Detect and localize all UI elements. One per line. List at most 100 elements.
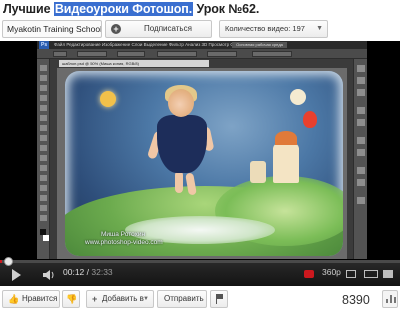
- ps-option-field: [77, 51, 107, 57]
- balloon-illustration: [303, 111, 317, 128]
- watermark-site: www.photoshop-video.com: [85, 239, 163, 246]
- ps-option-field: [207, 51, 237, 57]
- channel-bar: Myakotin Training School + Подписаться К…: [0, 20, 400, 39]
- history-brush-icon: [40, 155, 47, 161]
- popout-icon[interactable]: [346, 270, 356, 278]
- roof-shape: [275, 131, 297, 145]
- child-dress: [157, 115, 207, 173]
- play-icon[interactable]: [12, 269, 21, 281]
- title-suffix: Урок №62.: [193, 2, 260, 16]
- stamp-tool-icon: [40, 145, 47, 151]
- type-tool-icon: [40, 215, 47, 221]
- thumbs-down-icon: 👎: [66, 294, 78, 304]
- ps-logo: Ps: [39, 41, 50, 49]
- ps-menu: Файл Редактирование Изображение Слои Выд…: [54, 42, 260, 47]
- annotations-icon[interactable]: [304, 270, 314, 278]
- pen-tool-icon: [40, 205, 47, 211]
- video-frame[interactable]: Ps Файл Редактирование Изображение Слои …: [37, 41, 367, 259]
- videos-count-dropdown[interactable]: Количество видео: 197 ▼: [219, 20, 328, 38]
- video-player[interactable]: Ps Файл Редактирование Изображение Слои …: [0, 41, 400, 286]
- like-label: Нравится: [22, 294, 58, 303]
- move-tool-icon: [40, 65, 47, 71]
- thumbs-up-icon: 👍: [8, 294, 20, 304]
- ps-options-bar: [37, 49, 367, 59]
- house-illustration: [273, 131, 299, 183]
- action-bar: 👍 Нравится 👎 + Добавить в ▼ Отправить: [0, 289, 400, 311]
- video-title: Лучшие Видеоуроки Фотошоп. Урок №62.: [3, 2, 259, 16]
- ps-option-field: [157, 51, 197, 57]
- ps-tool-preset: [53, 51, 67, 57]
- panel-icon: [357, 137, 365, 144]
- bar-chart-icon: [394, 297, 396, 303]
- plus-icon: +: [111, 24, 121, 34]
- progress-scrubber[interactable]: [4, 257, 13, 266]
- moon-illustration: [290, 89, 306, 105]
- blur-tool-icon: [40, 185, 47, 191]
- panel-icon: [357, 89, 365, 96]
- channel-name-button[interactable]: Myakotin Training School: [2, 20, 102, 38]
- current-time: 00:12: [63, 267, 85, 277]
- sun-illustration: [100, 91, 116, 107]
- panel-icon: [357, 197, 365, 204]
- house-illustration: [250, 161, 266, 183]
- bar-chart-icon: [390, 295, 392, 303]
- crop-tool-icon: [40, 105, 47, 111]
- time-display: 00:12 / 32:33: [63, 267, 113, 277]
- panel-icon: [357, 179, 365, 186]
- healing-tool-icon: [40, 125, 47, 131]
- panel-icon: [357, 167, 365, 174]
- ps-workspace: Основная рабочая среда: [232, 42, 287, 48]
- gradient-tool-icon: [40, 175, 47, 181]
- panel-icon: [357, 77, 365, 84]
- dislike-button[interactable]: 👎: [62, 290, 80, 308]
- child-leg: [175, 171, 183, 193]
- subscribe-label: Подписаться: [144, 24, 192, 33]
- child-face: [168, 89, 194, 117]
- ps-toolbox: [37, 59, 50, 259]
- plus-icon: +: [92, 294, 98, 304]
- eyedropper-tool-icon: [40, 115, 47, 121]
- stats-button[interactable]: [382, 290, 398, 308]
- subscribe-button[interactable]: + Подписаться: [105, 20, 212, 38]
- bar-chart-icon: [386, 299, 388, 303]
- brush-tool-icon: [40, 135, 47, 141]
- wand-tool-icon: [40, 95, 47, 101]
- watermark: Миша Ротохин www.photoshop-video.com: [85, 231, 163, 247]
- fullscreen-icon[interactable]: [383, 270, 393, 278]
- chevron-down-icon: ▼: [316, 25, 323, 32]
- share-button[interactable]: Отправить: [157, 290, 207, 308]
- marquee-tool-icon: [40, 75, 47, 81]
- flag-icon: [217, 294, 223, 299]
- flag-button[interactable]: [210, 290, 228, 308]
- panel-icon: [357, 65, 365, 72]
- panel-icon: [357, 119, 365, 126]
- collage-image: Миша Ротохин www.photoshop-video.com: [65, 71, 343, 256]
- chevron-down-icon: ▼: [143, 296, 149, 302]
- progress-bar[interactable]: [0, 257, 400, 266]
- ps-canvas: Миша Ротохин www.photoshop-video.com: [57, 68, 347, 259]
- share-label: Отправить: [164, 294, 204, 303]
- ps-option-field: [117, 51, 145, 57]
- add-to-button[interactable]: + Добавить в ▼: [86, 290, 154, 308]
- title-prefix: Лучшие: [3, 2, 54, 16]
- panel-icon: [357, 149, 365, 156]
- panel-icon: [357, 107, 365, 114]
- watermark-name: Миша Ротохин: [101, 231, 146, 238]
- quality-selector[interactable]: 360p: [322, 267, 341, 277]
- dodge-tool-icon: [40, 195, 47, 201]
- background-color-icon: [43, 235, 49, 241]
- video-page: Лучшие Видеоуроки Фотошоп. Урок №62. Mya…: [0, 0, 400, 311]
- ps-document-tab: шаблон.psd @ 50% (Миша копия, RGB/8): [59, 60, 209, 67]
- duration: 32:33: [91, 267, 113, 277]
- volume-icon[interactable]: [43, 270, 55, 280]
- ps-panel-dock: [353, 59, 367, 259]
- expand-icon[interactable]: [364, 270, 378, 278]
- eraser-tool-icon: [40, 165, 47, 171]
- title-highlight: Видеоуроки Фотошоп.: [53, 2, 194, 16]
- ps-option-field: [252, 51, 292, 57]
- like-button[interactable]: 👍 Нравится: [2, 290, 60, 308]
- lasso-tool-icon: [40, 85, 47, 91]
- add-label: Добавить в: [102, 294, 144, 303]
- progress-fill: [0, 260, 2, 263]
- view-count: 8390: [342, 293, 370, 307]
